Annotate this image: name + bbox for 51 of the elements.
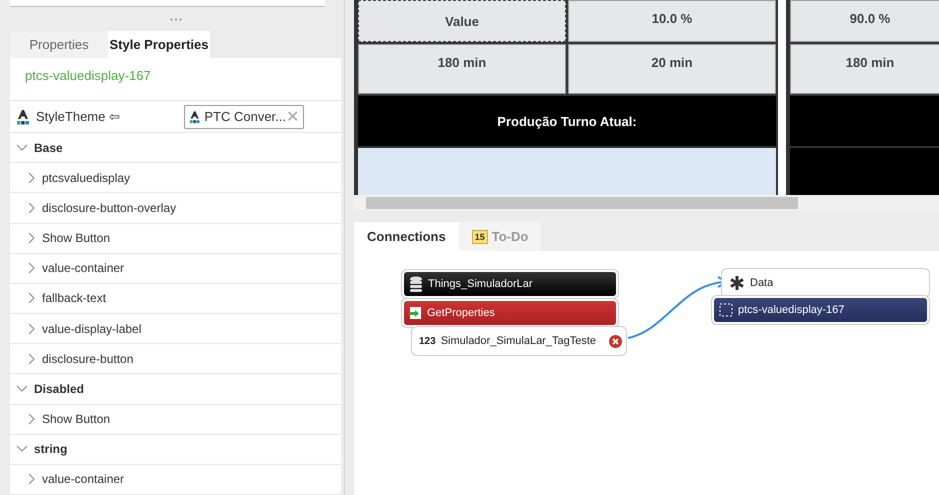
chevron-right-icon[interactable] bbox=[28, 232, 36, 244]
tree-section[interactable]: string bbox=[10, 434, 341, 465]
chevron-right-icon[interactable] bbox=[28, 172, 36, 184]
panel-tab[interactable]: Style Properties bbox=[108, 31, 210, 58]
frame-icon bbox=[719, 303, 733, 317]
tree-item[interactable]: value-container bbox=[10, 254, 341, 284]
chevron-down-icon[interactable] bbox=[16, 384, 28, 393]
value-cell: Value bbox=[358, 0, 566, 42]
connection-node[interactable]: GetProperties bbox=[404, 301, 616, 325]
tree-item[interactable]: disclosure-button-overlay bbox=[10, 193, 341, 224]
value-cell: 180 min bbox=[358, 44, 566, 94]
style-theme-field[interactable]: PTC Conver...✕ bbox=[184, 104, 304, 129]
font-style-icon bbox=[189, 108, 200, 125]
chevron-right-icon[interactable] bbox=[28, 292, 36, 304]
grip-icon[interactable] bbox=[170, 18, 182, 20]
chevron-right-icon[interactable] bbox=[28, 413, 36, 426]
tree-section[interactable]: Base bbox=[10, 133, 341, 164]
connection-node[interactable]: Things_SimuladorLar bbox=[404, 272, 616, 296]
chevron-right-icon[interactable] bbox=[28, 262, 36, 274]
style-theme-label: StyleTheme ⇦ bbox=[36, 109, 121, 124]
bottom-tab[interactable]: Connections bbox=[354, 222, 459, 251]
panel-tab[interactable]: Properties bbox=[10, 31, 108, 58]
chevron-right-icon[interactable] bbox=[28, 473, 36, 486]
tree-item[interactable]: fallback-text bbox=[10, 284, 341, 314]
tree-item[interactable]: value-display-label bbox=[10, 314, 341, 344]
font-style-icon bbox=[16, 108, 30, 125]
connection-node[interactable]: ptcs-valuedisplay-167 bbox=[714, 298, 927, 322]
tree-item[interactable]: Show Button bbox=[10, 404, 341, 435]
chevron-right-icon[interactable] bbox=[28, 352, 36, 365]
service-icon bbox=[409, 306, 422, 320]
value-cell: 90.0 % bbox=[790, 0, 939, 42]
chevron-down-icon[interactable] bbox=[16, 144, 28, 152]
tree-item[interactable]: value-container bbox=[10, 464, 341, 495]
asterisk-icon bbox=[729, 275, 745, 291]
tree-item[interactable]: disclosure-button bbox=[10, 344, 341, 374]
tree-item[interactable]: ptcsvaluedisplay bbox=[10, 163, 341, 194]
database-icon bbox=[409, 276, 423, 292]
value-cell: 180 min bbox=[790, 44, 939, 94]
calendar-badge: 15 bbox=[472, 230, 488, 244]
tree-section[interactable]: Disabled bbox=[10, 374, 341, 405]
grid-panel: Produção Turno Atual: bbox=[358, 96, 776, 146]
error-icon[interactable] bbox=[609, 334, 622, 348]
value-cell: 20 min bbox=[568, 44, 776, 94]
bottom-tab[interactable]: 15 To-Do bbox=[458, 222, 542, 251]
chevron-down-icon[interactable] bbox=[16, 445, 28, 454]
value-cell: 10.0 % bbox=[568, 0, 776, 42]
tree-item[interactable]: Show Button bbox=[10, 224, 341, 254]
chevron-right-icon[interactable] bbox=[28, 202, 36, 214]
scrollbar-thumb[interactable] bbox=[366, 196, 798, 208]
widget-id: ptcs-valuedisplay-167 bbox=[10, 58, 341, 101]
chevron-right-icon[interactable] bbox=[28, 322, 36, 335]
